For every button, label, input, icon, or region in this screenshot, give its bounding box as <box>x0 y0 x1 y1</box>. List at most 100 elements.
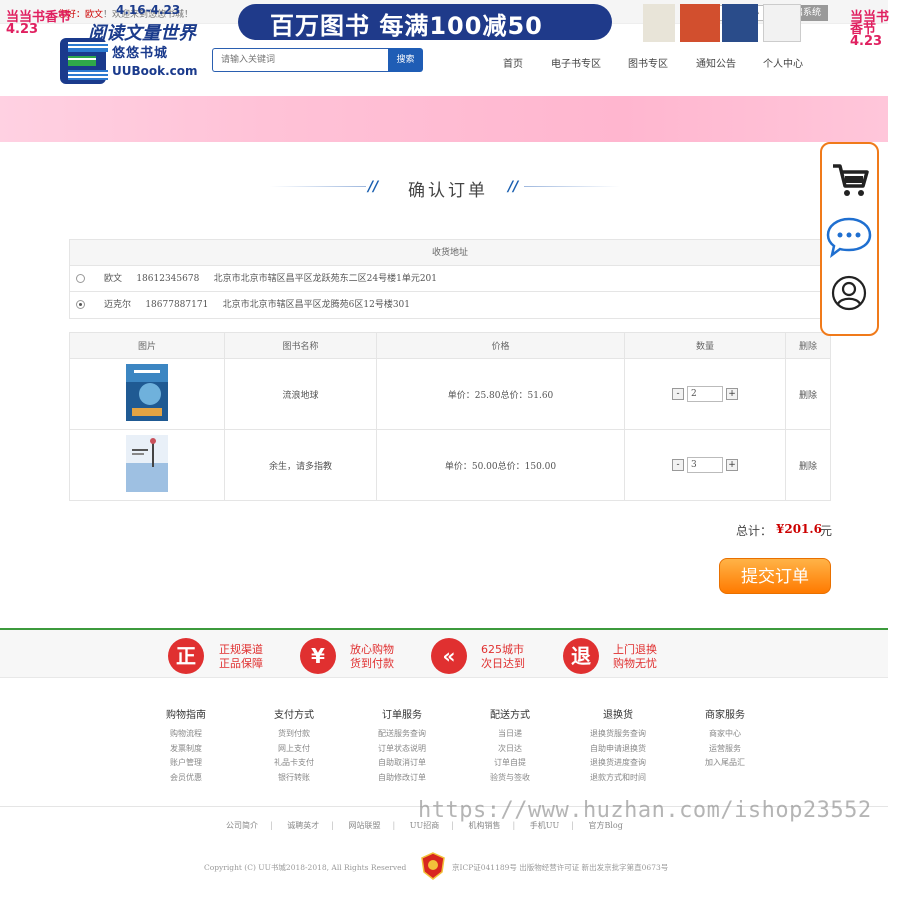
cell-price: 单价：25.80总价：51.60 <box>376 358 625 430</box>
delete-link[interactable]: 删除 <box>785 429 831 501</box>
address-radio-selected[interactable] <box>76 300 85 309</box>
delete-link[interactable]: 删除 <box>785 358 831 430</box>
cell-book-name[interactable]: 流浪地球 <box>224 358 377 430</box>
search-input[interactable] <box>212 48 388 72</box>
footer-link[interactable]: 配送服务查询 <box>357 727 447 742</box>
banner-slogan: 百万图书 每满100减50 <box>270 12 543 40</box>
separator: | <box>392 821 396 830</box>
guarantee-line1: 上门退换 <box>613 643 657 656</box>
cell-qty: - + <box>624 429 786 501</box>
nav-books[interactable]: 图书专区 <box>628 55 668 70</box>
guarantee-line2: 购物无忧 <box>613 657 657 670</box>
delivery-truck-icon: « <box>431 638 467 674</box>
footer-link[interactable]: 发票制度 <box>141 742 231 757</box>
col-header-image: 图片 <box>69 332 225 359</box>
qty-input[interactable] <box>687 457 723 473</box>
guarantee-line1: 正规渠道 <box>219 643 263 656</box>
guarantee-text: 625城市 次日达到 <box>481 643 525 671</box>
footer-link[interactable]: 自助取消订单 <box>357 756 447 771</box>
title-slash-icon: // <box>508 179 519 195</box>
qty-plus-button[interactable]: + <box>726 388 738 400</box>
banner-date: 4.16-4.23 <box>116 3 181 17</box>
genuine-icon: 正 <box>168 638 204 674</box>
guarantee-line2: 正品保障 <box>219 657 263 670</box>
footer-link[interactable]: 自助申请退换货 <box>573 742 663 757</box>
title-line-left <box>270 186 366 187</box>
nav-ebooks[interactable]: 电子书专区 <box>551 55 601 70</box>
address-detail: 北京市北京市辖区昌平区龙跃苑东二区24号楼1单元201 <box>213 274 437 284</box>
footer-link[interactable]: 自助修改订单 <box>357 771 447 786</box>
footer-link[interactable]: 网上支付 <box>249 742 339 757</box>
address-option[interactable]: 迈克尔 18677887171 北京市北京市辖区昌平区龙腾苑6区12号楼301 <box>70 292 830 318</box>
banner-book-image <box>763 4 801 42</box>
footer-link[interactable]: 验货与签收 <box>465 771 555 786</box>
footer-link[interactable]: 购物流程 <box>141 727 231 742</box>
address-option[interactable]: 欧文 18612345678 北京市北京市辖区昌平区龙跃苑东二区24号楼1单元2… <box>70 266 830 292</box>
cell-book-name[interactable]: 余生，请多指教 <box>224 429 377 501</box>
footer-link[interactable]: 加入尾品汇 <box>680 756 770 771</box>
cell-cover <box>69 358 225 430</box>
qty-input[interactable] <box>687 386 723 402</box>
qty-plus-button[interactable]: + <box>726 459 738 471</box>
cart-header-row: 图片 图书名称 价格 数量 删除 <box>69 332 831 359</box>
address-name: 欧文 <box>104 274 123 284</box>
footer-column-title: 商家服务 <box>705 710 745 721</box>
footer-link[interactable]: 诚聘英才 <box>287 821 319 830</box>
footer-link[interactable]: 商家中心 <box>680 727 770 742</box>
promo-banner[interactable] <box>0 96 888 142</box>
footer-link[interactable]: 会员优惠 <box>141 771 231 786</box>
footer-column: 商家服务 商家中心 运营服务 加入尾品汇 <box>680 706 770 771</box>
footer-link[interactable]: 账户管理 <box>141 756 231 771</box>
nav-home[interactable]: 首页 <box>503 55 523 70</box>
footer-column: 支付方式 货到付款 网上支付 礼品卡支付 银行转账 <box>249 706 339 785</box>
guarantee-line1: 放心购物 <box>350 643 394 656</box>
book-cover-image[interactable] <box>126 364 168 421</box>
footer-column-title: 配送方式 <box>490 710 530 721</box>
yen-icon: ¥ <box>300 638 336 674</box>
footer-link[interactable]: 公司简介 <box>226 821 258 830</box>
banner-logo: 当当书香节 4.23 <box>6 10 72 37</box>
qty-minus-button[interactable]: - <box>672 388 684 400</box>
book-cover-image[interactable] <box>126 435 168 492</box>
col-header-price: 价格 <box>376 332 625 359</box>
police-badge-icon[interactable] <box>420 852 446 880</box>
address-detail: 北京市北京市辖区昌平区龙腾苑6区12号楼301 <box>222 300 410 310</box>
col-header-name: 图书名称 <box>224 332 377 359</box>
qty-minus-button[interactable]: - <box>672 459 684 471</box>
footer-column: 配送方式 当日递 次日达 订单自提 验货与签收 <box>465 706 555 785</box>
address-phone: 18677887171 <box>145 300 209 310</box>
submit-order-button[interactable]: 提交订单 <box>719 558 831 594</box>
banner-logo-repeat: 当当书香节 4.23 <box>850 10 890 49</box>
banner-subtitle: 阅读文量世界 <box>88 23 196 44</box>
page-title: 确认订单 <box>408 181 488 201</box>
total-unit: 元 <box>820 524 833 538</box>
address-text: 迈克尔 18677887171 北京市北京市辖区昌平区龙腾苑6区12号楼301 <box>104 292 410 318</box>
watermark-text: https://www.huzhan.com/ishop23552 <box>418 798 872 823</box>
address-text: 欧文 18612345678 北京市北京市辖区昌平区龙跃苑东二区24号楼1单元2… <box>104 266 437 292</box>
cart-icon[interactable] <box>830 160 870 200</box>
search-button[interactable]: 搜索 <box>388 48 423 72</box>
footer-link[interactable]: 当日递 <box>465 727 555 742</box>
footer-link[interactable]: 订单自提 <box>465 756 555 771</box>
footer-link[interactable]: 礼品卡支付 <box>249 756 339 771</box>
nav-user-center[interactable]: 个人中心 <box>763 55 803 70</box>
cell-qty: - + <box>624 358 786 430</box>
footer-column: 订单服务 配送服务查询 订单状态说明 自助取消订单 自助修改订单 <box>357 706 447 785</box>
return-icon: 退 <box>563 638 599 674</box>
title-slash-icon: // <box>368 179 379 195</box>
footer-link[interactable]: 运营服务 <box>680 742 770 757</box>
user-icon[interactable] <box>831 275 867 311</box>
footer-link[interactable]: 退款方式和时间 <box>573 771 663 786</box>
footer-link[interactable]: 退换货进度查询 <box>573 756 663 771</box>
nav-notices[interactable]: 通知公告 <box>696 55 736 70</box>
footer-link[interactable]: 订单状态说明 <box>357 742 447 757</box>
address-radio[interactable] <box>76 274 85 283</box>
footer-link[interactable]: 银行转账 <box>249 771 339 786</box>
footer-link[interactable]: 网站联盟 <box>349 821 381 830</box>
footer-link[interactable]: 货到付款 <box>249 727 339 742</box>
footer-column: 购物指南 购物流程 发票制度 账户管理 会员优惠 <box>141 706 231 785</box>
footer-link[interactable]: 退换货服务查询 <box>573 727 663 742</box>
footer-link[interactable]: 次日达 <box>465 742 555 757</box>
chat-icon[interactable] <box>826 216 872 258</box>
guarantee-text: 上门退换 购物无忧 <box>613 643 657 671</box>
